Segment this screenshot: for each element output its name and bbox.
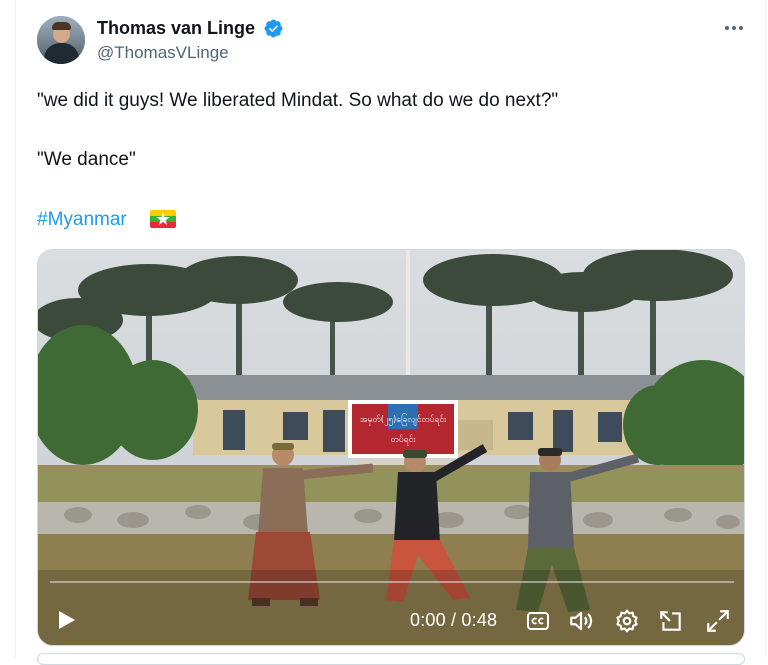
- hashtag-link[interactable]: #Myanmar: [37, 207, 127, 232]
- next-card-edge: [37, 653, 745, 665]
- video-frame: အမှတ်(၂၅)ခြေလျင်တပ်ရင်း တပ်ရင်း: [38, 250, 744, 645]
- settings-gear-icon[interactable]: [614, 608, 640, 634]
- tweet-text-line: "We dance": [37, 149, 136, 170]
- myanmar-flag-icon: [150, 210, 176, 228]
- video-progress-bar[interactable]: [50, 581, 734, 583]
- author-handle[interactable]: @ThomasVLinge: [97, 42, 229, 64]
- verified-badge-icon: [264, 19, 283, 38]
- captions-icon[interactable]: [526, 609, 550, 633]
- timeline-border-right: [765, 0, 766, 658]
- author-name[interactable]: Thomas van Linge: [97, 16, 255, 40]
- tweet-text-line: "we did it guys! We liberated Mindat. So…: [37, 90, 559, 111]
- play-icon[interactable]: [54, 608, 78, 632]
- avatar[interactable]: [37, 16, 85, 64]
- sign-text-line: တပ်ရင်း: [391, 434, 417, 446]
- sign-text-line: အမှတ်(၂၅)ခြေလျင်တပ်ရင်း: [360, 413, 447, 426]
- fullscreen-icon[interactable]: [705, 608, 731, 634]
- video-player[interactable]: အမှတ်(၂၅)ခြေလျင်တပ်ရင်း တပ်ရင်း 0:00 / 0…: [37, 249, 745, 646]
- more-options-icon[interactable]: [722, 16, 746, 40]
- volume-icon[interactable]: [568, 608, 594, 634]
- timeline-border-left: [15, 0, 16, 658]
- picture-in-picture-icon[interactable]: [658, 608, 684, 634]
